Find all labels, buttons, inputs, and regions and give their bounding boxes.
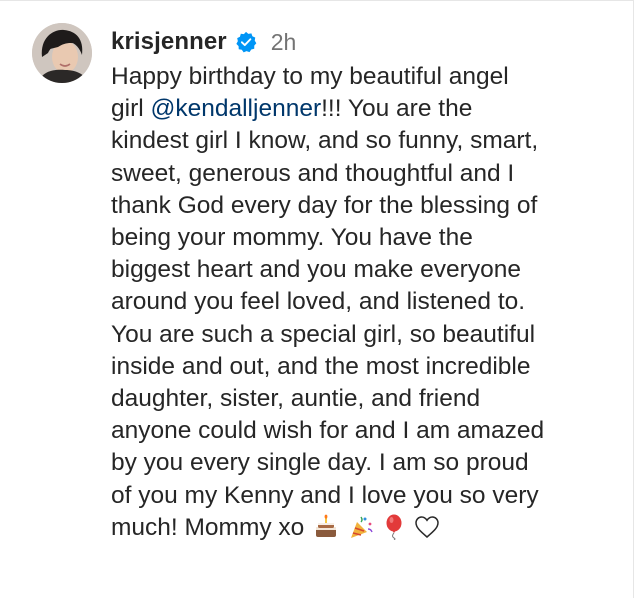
caption-line: daughter, sister, auntie, and friend bbox=[111, 385, 481, 413]
post-caption: krisjenner 2h Happy birthday to my beaut… bbox=[111, 24, 621, 544]
caption-text-segment: !!! You are the bbox=[321, 95, 473, 123]
caption-line: anyone could wish for and I am amazed bbox=[111, 417, 545, 445]
mention-link[interactable]: @kendalljenner bbox=[150, 95, 321, 122]
caption-line: You are such a special girl, so beautifu… bbox=[111, 320, 536, 348]
balloon-icon bbox=[383, 514, 405, 540]
caption-line: by you every single day. I am so proud bbox=[111, 449, 529, 477]
caption-line: girl @kendalljenner!!! You are the bbox=[111, 93, 621, 125]
party-popper-icon bbox=[348, 514, 374, 540]
white-heart-icon bbox=[414, 514, 440, 540]
caption-line: of you my Kenny and I love you so very bbox=[111, 481, 539, 509]
caption-text-segment: much! Mommy xo bbox=[111, 513, 305, 541]
caption-line: inside and out, and the most incredible bbox=[111, 352, 531, 380]
caption-line: much! Mommy xo bbox=[111, 512, 621, 544]
post-header: krisjenner 2h bbox=[111, 24, 621, 60]
caption-line: sweet, generous and thoughtful and I bbox=[111, 159, 515, 187]
caption-line: Happy birthday to my beautiful angel bbox=[111, 63, 509, 90]
birthday-cake-icon bbox=[313, 514, 339, 540]
caption-line: kindest girl I know, and so funny, smart… bbox=[111, 127, 539, 155]
caption-line: being your mommy. You have the bbox=[111, 224, 473, 252]
caption-text: Happy birthday to my beautiful angel gir… bbox=[111, 61, 621, 544]
caption-text-segment: girl bbox=[111, 95, 151, 123]
top-divider bbox=[0, 0, 634, 1]
avatar[interactable] bbox=[32, 23, 92, 83]
post-timestamp: 2h bbox=[270, 28, 297, 55]
caption-line: thank God every day for the blessing of bbox=[111, 191, 538, 219]
verified-badge-icon bbox=[235, 31, 257, 53]
caption-line: around you feel loved, and listened to. bbox=[111, 288, 526, 316]
caption-line: biggest heart and you make everyone bbox=[111, 256, 521, 284]
username-link[interactable]: krisjenner bbox=[111, 28, 227, 56]
